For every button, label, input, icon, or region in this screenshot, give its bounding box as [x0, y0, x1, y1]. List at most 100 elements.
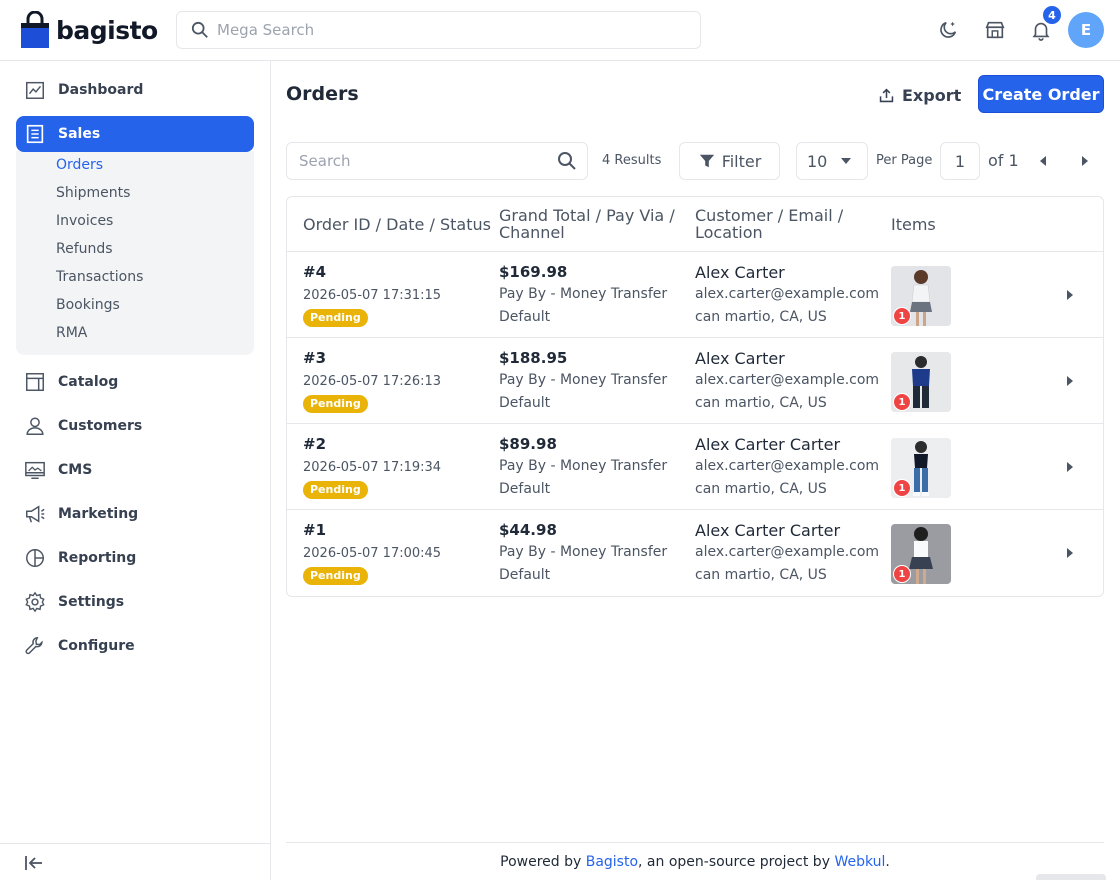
table-row[interactable]: #2 2026-05-07 17:19:34 Pending $89.98 Pa…: [287, 424, 1103, 510]
order-id: #2: [303, 435, 327, 453]
mega-search-input[interactable]: [217, 21, 677, 39]
filter-button[interactable]: Filter: [679, 142, 780, 180]
top-header: bagisto 4 E: [0, 0, 1120, 61]
orders-search-input[interactable]: [299, 152, 549, 170]
marketing-megaphone-icon: [26, 505, 45, 523]
pay-via: Pay By - Money Transfer: [499, 372, 668, 388]
grand-total: $169.98: [499, 263, 568, 281]
customer-email: alex.carter@example.com: [695, 286, 880, 302]
sidebar-item-cms[interactable]: CMS: [16, 452, 254, 488]
submenu-item-invoices[interactable]: Invoices: [56, 213, 113, 229]
row-view-arrow-icon[interactable]: [1067, 290, 1073, 300]
sidebar-item-sales[interactable]: Sales: [16, 116, 254, 152]
submenu-item-orders[interactable]: Orders: [56, 157, 103, 173]
chevron-down-icon: [841, 158, 851, 164]
collapse-sidebar-icon[interactable]: [24, 854, 44, 872]
row-view-arrow-icon[interactable]: [1067, 548, 1073, 558]
sidebar-item-label: Dashboard: [58, 82, 144, 98]
reporting-pie-icon: [26, 549, 44, 567]
page-number-input[interactable]: 1: [940, 142, 980, 180]
item-qty-badge: 1: [893, 393, 911, 411]
order-id: #4: [303, 263, 327, 281]
footer-suffix: .: [885, 853, 890, 870]
sidebar-item-dashboard[interactable]: Dashboard: [16, 72, 254, 108]
table-header: Order ID / Date / Status Grand Total / P…: [287, 197, 1103, 252]
sidebar-item-marketing[interactable]: Marketing: [16, 496, 254, 532]
filter-label: Filter: [721, 151, 762, 171]
footer-link-bagisto[interactable]: Bagisto: [586, 854, 638, 870]
order-date: 2026-05-07 17:26:13: [303, 374, 442, 389]
sidebar-item-catalog[interactable]: Catalog: [16, 364, 254, 400]
customer-name: Alex Carter Carter: [695, 435, 841, 454]
sidebar-item-label: Settings: [58, 594, 125, 610]
submenu-item-transactions[interactable]: Transactions: [56, 269, 143, 285]
row-view-arrow-icon[interactable]: [1067, 462, 1073, 472]
search-icon[interactable]: [557, 151, 577, 171]
header-customer[interactable]: Customer / Email / Location: [695, 207, 865, 241]
sidebar-item-reporting[interactable]: Reporting: [16, 540, 254, 576]
header-total[interactable]: Grand Total / Pay Via / Channel: [499, 207, 679, 241]
export-button[interactable]: Export: [878, 83, 961, 107]
grand-total: $89.98: [499, 435, 557, 453]
notification-count-badge: 4: [1042, 5, 1062, 25]
sales-submenu: Orders Shipments Invoices Refunds Transa…: [16, 151, 254, 355]
footer-prefix: Powered by: [500, 853, 586, 870]
catalog-icon: [26, 373, 44, 391]
pay-via: Pay By - Money Transfer: [499, 286, 668, 302]
table-row[interactable]: #4 2026-05-07 17:31:15 Pending $169.98 P…: [287, 252, 1103, 338]
storefront-icon[interactable]: [983, 18, 1007, 42]
status-badge: Pending: [303, 567, 368, 585]
table-row[interactable]: #1 2026-05-07 17:00:45 Pending $44.98 Pa…: [287, 510, 1103, 596]
orders-search[interactable]: [286, 142, 588, 180]
sidebar-item-configure[interactable]: Configure: [16, 628, 254, 664]
export-label: Export: [902, 85, 962, 105]
filter-funnel-icon: [699, 154, 714, 168]
dark-mode-icon[interactable]: [936, 18, 960, 42]
sidebar-item-label: Catalog: [58, 374, 119, 390]
status-badge: Pending: [303, 309, 368, 327]
sidebar-item-customers[interactable]: Customers: [16, 408, 254, 444]
row-view-arrow-icon[interactable]: [1067, 376, 1073, 386]
footer-middle: , an open-source project by: [638, 853, 835, 870]
logo[interactable]: bagisto: [20, 10, 158, 49]
corner-widget: [1036, 874, 1106, 880]
per-page-select[interactable]: 10: [796, 142, 868, 180]
sidebar-item-label: Reporting: [58, 550, 137, 566]
order-id: #1: [303, 521, 327, 539]
customer-location: can martio, CA, US: [695, 309, 827, 325]
page-title: Orders: [286, 83, 359, 105]
submenu-item-bookings[interactable]: Bookings: [56, 297, 120, 313]
customer-name: Alex Carter: [695, 263, 785, 282]
customer-location: can martio, CA, US: [695, 481, 827, 497]
order-date: 2026-05-07 17:00:45: [303, 546, 442, 561]
item-qty-badge: 1: [893, 565, 911, 583]
footer-link-webkul[interactable]: Webkul: [834, 854, 885, 870]
sidebar-item-settings[interactable]: Settings: [16, 584, 254, 620]
create-order-button[interactable]: Create Order: [978, 75, 1104, 113]
export-upload-icon: [879, 87, 894, 102]
settings-gear-icon: [25, 591, 45, 613]
mega-search[interactable]: [176, 11, 701, 49]
customer-name: Alex Carter Carter: [695, 521, 841, 540]
per-page-value: 10: [807, 151, 828, 171]
bag-logo-icon: [20, 10, 50, 49]
sidebar-item-label: Configure: [58, 638, 135, 654]
dashboard-icon: [26, 81, 44, 99]
sidebar-item-label: Sales: [58, 126, 101, 142]
customer-email: alex.carter@example.com: [695, 544, 880, 560]
sidebar-collapse-bar: [0, 843, 270, 880]
table-row[interactable]: #3 2026-05-07 17:26:13 Pending $188.95 P…: [287, 338, 1103, 424]
user-avatar[interactable]: E: [1068, 12, 1104, 48]
status-badge: Pending: [303, 395, 368, 413]
next-page-icon[interactable]: [1082, 156, 1088, 166]
orders-table: Order ID / Date / Status Grand Total / P…: [286, 196, 1104, 597]
submenu-item-refunds[interactable]: Refunds: [56, 241, 113, 257]
submenu-item-rma[interactable]: RMA: [56, 325, 87, 341]
header-order[interactable]: Order ID / Date / Status: [303, 216, 491, 233]
prev-page-icon[interactable]: [1040, 156, 1046, 166]
header-items: Items: [891, 215, 936, 234]
status-badge: Pending: [303, 481, 368, 499]
submenu-item-shipments[interactable]: Shipments: [56, 185, 130, 201]
order-date: 2026-05-07 17:19:34: [303, 460, 442, 475]
customers-icon: [26, 417, 44, 435]
